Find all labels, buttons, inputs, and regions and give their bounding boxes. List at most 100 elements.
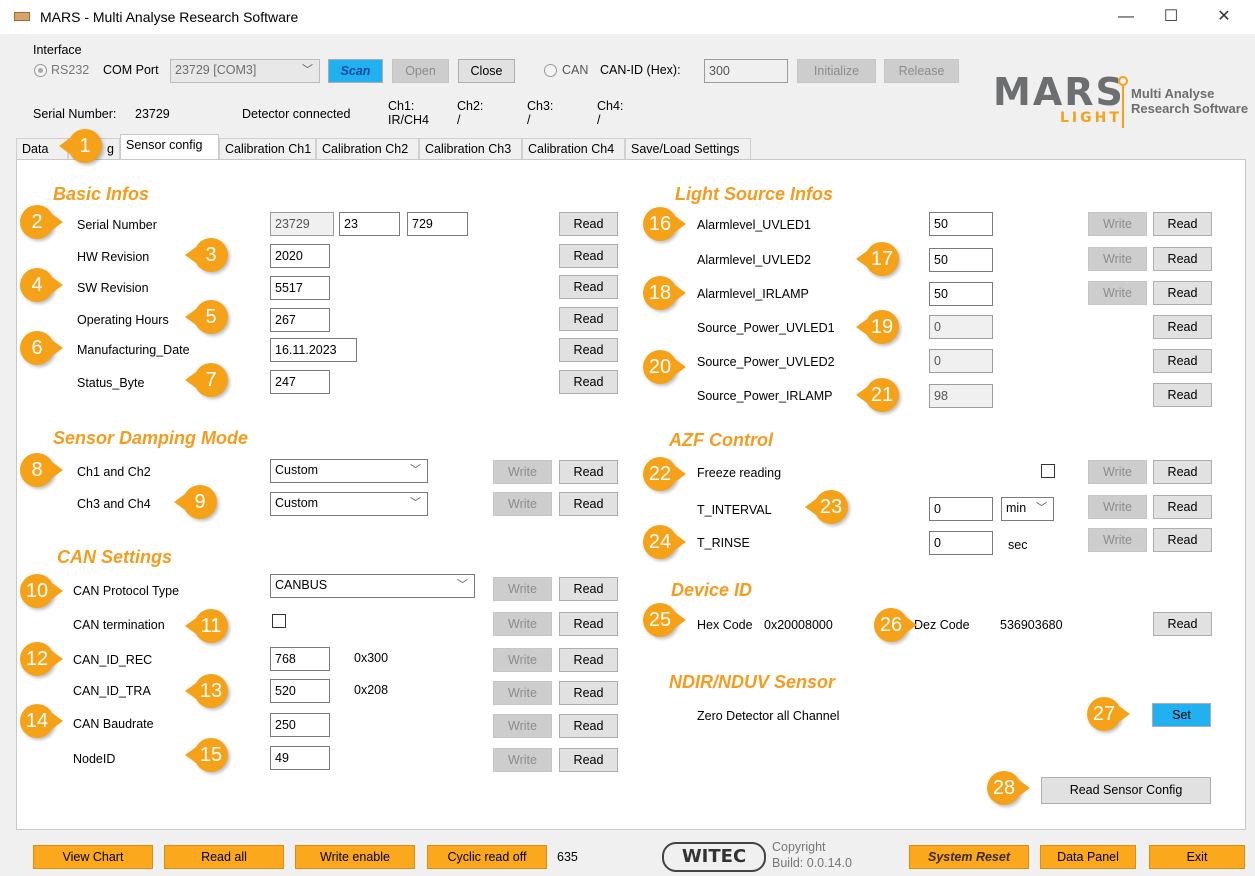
serial-number-full[interactable]: 23729	[270, 212, 334, 236]
status-byte-input[interactable]: 247	[270, 370, 330, 394]
read-alarm-uvled1-button[interactable]: Read	[1153, 212, 1212, 236]
write-can-id-rec-button[interactable]: Write	[493, 648, 552, 672]
alarm-uvled1-label: Alarmlevel_UVLED1	[697, 218, 811, 232]
read-freeze-reading-button[interactable]: Read	[1153, 460, 1212, 484]
write-t-rinse-button[interactable]: Write	[1088, 528, 1147, 552]
read-all-button[interactable]: Read all	[164, 845, 284, 869]
can-termination-checkbox[interactable]	[272, 614, 286, 628]
read-hw-revision-button[interactable]: Read	[559, 244, 618, 268]
read-can-id-tra-button[interactable]: Read	[559, 681, 618, 705]
read-can-baudrate-button[interactable]: Read	[559, 714, 618, 738]
read-serial-button[interactable]: Read	[559, 212, 618, 236]
node-id-input[interactable]: 49	[270, 746, 330, 770]
rs232-radio[interactable]	[34, 64, 47, 77]
read-can-protocol-button[interactable]: Read	[559, 577, 618, 601]
system-reset-button[interactable]: System Reset	[909, 845, 1029, 869]
open-button[interactable]: Open	[392, 59, 449, 83]
can-id-rec-input[interactable]: 768	[270, 647, 330, 671]
damping-ch12-select[interactable]: Custom ﹀	[270, 459, 428, 483]
write-alarm-uvled2-button[interactable]: Write	[1088, 247, 1147, 271]
tab-calibration-ch2[interactable]: Calibration Ch2	[316, 138, 419, 160]
witec-logo: WITEC	[662, 842, 766, 872]
alarm-irlamp-input[interactable]: 50	[929, 282, 993, 306]
write-enable-button[interactable]: Write enable	[295, 845, 415, 869]
read-power-uvled1-button[interactable]: Read	[1153, 315, 1212, 339]
read-power-irlamp-button[interactable]: Read	[1153, 383, 1212, 407]
close-port-button[interactable]: Close	[458, 59, 515, 83]
write-alarm-irlamp-button[interactable]: Write	[1088, 281, 1147, 305]
alarm-uvled2-input[interactable]: 50	[929, 248, 993, 272]
tab-calibration-ch3[interactable]: Calibration Ch3	[419, 138, 522, 160]
write-can-termination-button[interactable]: Write	[493, 612, 552, 636]
write-damping-ch34-button[interactable]: Write	[493, 492, 552, 516]
serial-number-part1[interactable]: 23	[339, 212, 400, 236]
read-can-termination-button[interactable]: Read	[559, 612, 618, 636]
exit-button[interactable]: Exit	[1149, 845, 1245, 869]
serial-number-part2[interactable]: 729	[407, 212, 468, 236]
read-operating-hours-button[interactable]: Read	[559, 307, 618, 331]
write-node-id-button[interactable]: Write	[493, 748, 552, 772]
release-button[interactable]: Release	[884, 59, 959, 83]
alarm-uvled1-input[interactable]: 50	[929, 212, 993, 236]
read-manufacturing-date-button[interactable]: Read	[559, 338, 618, 362]
read-device-id-button[interactable]: Read	[1153, 612, 1212, 636]
read-node-id-button[interactable]: Read	[559, 748, 618, 772]
hw-revision-input[interactable]: 2020	[270, 244, 330, 268]
can-id-tra-input[interactable]: 520	[270, 679, 330, 703]
tab-sensor-config[interactable]: Sensor config	[120, 134, 219, 161]
close-window-button[interactable]: ✕	[1201, 4, 1247, 30]
t-rinse-input[interactable]: 0	[929, 531, 993, 555]
tab-sensor-config-label: Sensor config	[126, 138, 203, 152]
can-radio[interactable]	[544, 64, 557, 77]
can-id-rec-label: CAN_ID_REC	[73, 653, 153, 667]
write-can-protocol-button[interactable]: Write	[493, 577, 552, 601]
read-t-interval-button[interactable]: Read	[1153, 495, 1212, 519]
read-t-rinse-button[interactable]: Read	[1153, 528, 1212, 552]
can-id-input[interactable]: 300	[704, 59, 788, 83]
t-interval-unit-select[interactable]: min ﹀	[1001, 497, 1054, 521]
operating-hours-input[interactable]: 267	[270, 308, 330, 332]
minimize-button[interactable]: —	[1103, 4, 1149, 30]
write-can-baudrate-button[interactable]: Write	[493, 714, 552, 738]
read-sw-revision-button[interactable]: Read	[559, 275, 618, 299]
dez-code-label: Dez Code	[914, 618, 970, 632]
write-can-id-tra-button[interactable]: Write	[493, 681, 552, 705]
read-status-byte-button[interactable]: Read	[559, 370, 618, 394]
com-port-select[interactable]: 23729 [COM3] ﹀	[170, 59, 320, 83]
maximize-button[interactable]: ☐	[1148, 4, 1194, 30]
read-damping-ch34-button[interactable]: Read	[559, 492, 618, 516]
data-panel-button[interactable]: Data Panel	[1040, 845, 1136, 869]
cyclic-read-button[interactable]: Cyclic read off	[427, 845, 547, 869]
view-chart-button[interactable]: View Chart	[33, 845, 153, 869]
write-damping-ch12-button[interactable]: Write	[493, 460, 552, 484]
sw-revision-input[interactable]: 5517	[270, 276, 330, 300]
read-alarm-irlamp-button[interactable]: Read	[1153, 281, 1212, 305]
can-id-rec-hex: 0x300	[354, 651, 389, 665]
can-protocol-select[interactable]: CANBUS ﹀	[270, 574, 475, 598]
tab-calibration-ch1[interactable]: Calibration Ch1	[219, 138, 316, 160]
callout-badge-28: 28	[987, 771, 1030, 805]
read-alarm-uvled2-button[interactable]: Read	[1153, 247, 1212, 271]
t-interval-input[interactable]: 0	[929, 497, 993, 521]
hex-code-value: 0x20008000	[764, 618, 833, 632]
damping-ch34-select[interactable]: Custom ﹀	[270, 492, 428, 516]
manufacturing-date-input[interactable]: 16.11.2023	[270, 338, 357, 362]
read-power-uvled2-button[interactable]: Read	[1153, 349, 1212, 373]
freeze-reading-checkbox[interactable]	[1041, 464, 1055, 478]
power-uvled2-label: Source_Power_UVLED2	[697, 355, 835, 369]
read-sensor-config-button[interactable]: Read Sensor Config	[1041, 777, 1211, 804]
scan-button[interactable]: Scan	[328, 59, 383, 83]
tab-calibration-ch4-label: Calibration Ch4	[528, 142, 615, 156]
write-t-interval-button[interactable]: Write	[1088, 495, 1147, 519]
write-freeze-reading-button[interactable]: Write	[1088, 460, 1147, 484]
callout-badge-6: 6	[20, 331, 63, 365]
initialize-button[interactable]: Initialize	[797, 59, 876, 83]
tab-calibration-ch4[interactable]: Calibration Ch4	[522, 138, 625, 160]
ch4-label: Ch4:	[597, 99, 624, 113]
tab-save-load-settings[interactable]: Save/Load Settings	[625, 138, 751, 160]
write-alarm-uvled1-button[interactable]: Write	[1088, 212, 1147, 236]
read-can-id-rec-button[interactable]: Read	[559, 648, 618, 672]
can-baudrate-input[interactable]: 250	[270, 713, 330, 737]
set-zero-button[interactable]: Set	[1152, 703, 1211, 727]
read-damping-ch12-button[interactable]: Read	[559, 460, 618, 484]
